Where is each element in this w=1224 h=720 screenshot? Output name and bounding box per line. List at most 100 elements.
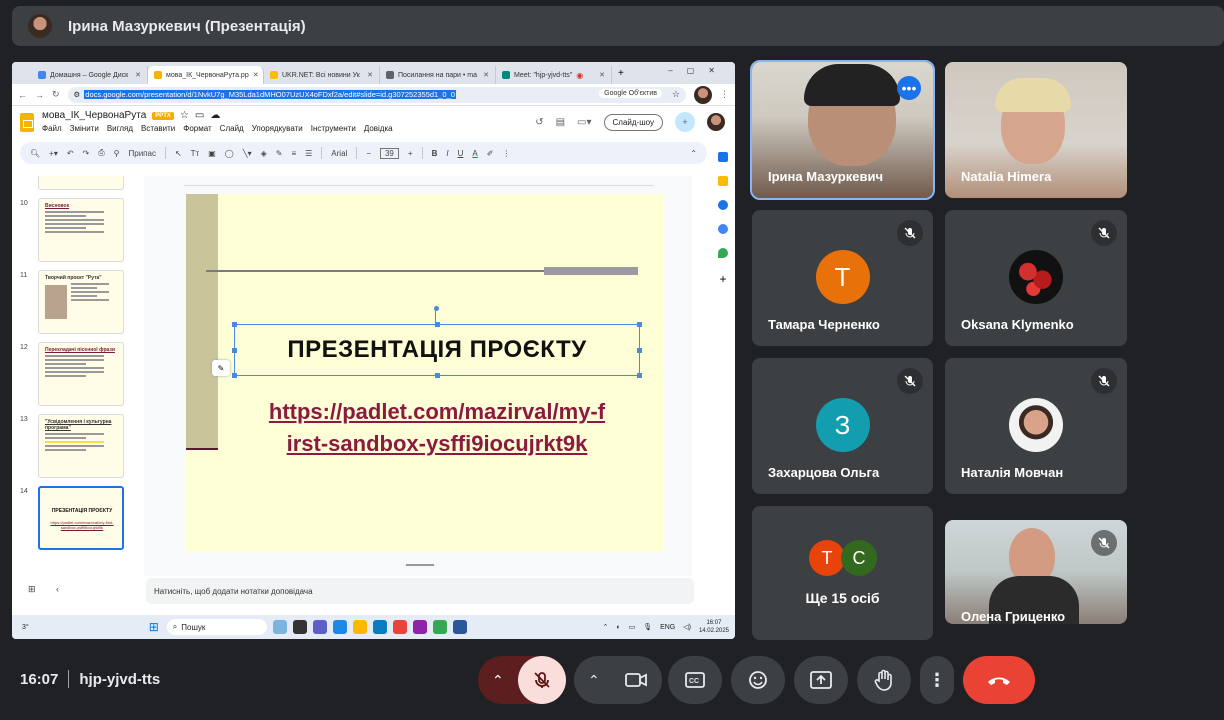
keep-icon[interactable]	[718, 176, 728, 186]
meeting-code[interactable]: hjp-yjvd-tts	[79, 671, 160, 688]
site-info-icon[interactable]: ⚙	[74, 90, 81, 99]
menu-slide[interactable]: Слайд	[220, 124, 244, 133]
browser-tab-active[interactable]: мова_ІК_ЧервонаРута.pp ✕	[148, 66, 264, 84]
undo-icon[interactable]: ↶	[67, 149, 74, 158]
search-menus-icon[interactable]: 🔍︎	[30, 149, 40, 158]
font-size-increase[interactable]: +	[408, 149, 413, 158]
print-icon[interactable]: ⎙	[98, 148, 104, 158]
bold-icon[interactable]: B	[432, 149, 438, 158]
speaker-notes[interactable]: Натисніть, щоб додати нотатки доповідача	[146, 578, 694, 604]
slideshow-button[interactable]: Слайд-шоу	[603, 113, 663, 131]
more-options-icon[interactable]: •••	[897, 76, 921, 100]
google-lens-chip[interactable]: Google Об'єктив	[599, 88, 662, 98]
back-icon[interactable]: ←	[18, 90, 27, 100]
current-slide[interactable]: ПРЕЗЕНТАЦІЯ ПРОЄКТУ ✎ https://padlet.com…	[186, 194, 664, 552]
calendar-icon[interactable]	[718, 152, 728, 162]
line-icon[interactable]: ╲▾	[243, 149, 252, 158]
grid-view-icon[interactable]: ⊞	[28, 584, 36, 595]
more-participants-tile[interactable]: Т С Ще 15 осіб	[752, 506, 933, 640]
font-select[interactable]: Arial	[331, 149, 347, 158]
store-icon[interactable]	[372, 620, 387, 634]
close-icon[interactable]: ✕	[253, 71, 259, 79]
contacts-icon[interactable]	[718, 224, 728, 234]
browser-tab[interactable]: Meet: "hjp-yjvd-tts" ◉ ✕	[496, 66, 612, 84]
redo-icon[interactable]: ↷	[83, 149, 90, 158]
new-slide-icon[interactable]: +▾	[49, 149, 58, 158]
profile-avatar[interactable]	[694, 85, 712, 104]
menu-insert[interactable]: Вставити	[141, 124, 175, 133]
widgets-icon[interactable]	[272, 620, 287, 634]
browser-tab[interactable]: Посилання на пари • ma ✕	[380, 66, 496, 84]
leave-call-button[interactable]	[963, 656, 1035, 704]
camera-tray-icon[interactable]: ▭	[629, 623, 636, 631]
video-options-chevron-icon[interactable]: ⌃	[588, 672, 600, 689]
viber-icon[interactable]	[412, 620, 427, 634]
format-options-icon[interactable]: ✎	[212, 360, 230, 376]
forward-icon[interactable]: →	[35, 90, 44, 100]
mic-tray-icon[interactable]: 🎙︎	[643, 623, 652, 631]
border-color-icon[interactable]: ✎	[276, 149, 283, 158]
raise-hand-button[interactable]	[857, 656, 911, 704]
menu-edit[interactable]: Змінити	[70, 124, 99, 133]
language-indicator[interactable]: ENG	[660, 624, 675, 631]
slide-thumbnail-current[interactable]: 14 ПРЕЗЕНТАЦІЯ ПРОЄКТУ https://padlet.com…	[12, 486, 130, 550]
camera-toggle-button[interactable]	[616, 660, 656, 700]
slide-thumbnail[interactable]: 11 Творчий проєкт "Рута"	[12, 270, 130, 334]
taskbar-clock[interactable]: 16:07 14.02.2025	[699, 619, 729, 635]
close-icon[interactable]: ✕	[367, 71, 373, 79]
participant-tile[interactable]: Наталія Мовчан	[945, 358, 1127, 494]
more-options-button[interactable]: ⋮	[920, 656, 954, 704]
tray-arrow-icon[interactable]: ⌃	[602, 623, 608, 631]
menu-tools[interactable]: Інструменти	[311, 124, 356, 133]
teams-icon[interactable]	[312, 620, 327, 634]
underline-icon[interactable]: U	[458, 149, 464, 158]
slide-padlet-link[interactable]: https://padlet.com/mazirval/my-f irst-sa…	[234, 396, 640, 460]
participant-tile[interactable]: Олена Гриценко	[945, 520, 1127, 624]
font-size-input[interactable]: 39	[379, 147, 399, 159]
camera-icon[interactable]: ▭▾	[577, 117, 591, 128]
chrome-active-icon[interactable]	[432, 620, 447, 634]
menu-arrange[interactable]: Упорядкувати	[252, 124, 303, 133]
edge-icon[interactable]	[332, 620, 347, 634]
share-button[interactable]: +	[675, 112, 695, 132]
explorer-icon[interactable]	[352, 620, 367, 634]
taskbar-search[interactable]: ⌕ Пошук	[166, 619, 267, 635]
participant-tile[interactable]: ••• Ірина Мазуркевич	[750, 60, 935, 200]
bookmark-star-icon[interactable]: ☆	[672, 89, 680, 100]
italic-icon[interactable]: I	[446, 149, 448, 158]
image-icon[interactable]: ▣	[208, 149, 216, 158]
chrome-icon[interactable]	[392, 620, 407, 634]
highlight-icon[interactable]: ✐	[487, 149, 494, 158]
participant-tile[interactable]: З Захарцова Ольга	[752, 358, 933, 494]
task-view-icon[interactable]	[292, 620, 307, 634]
text-color-icon[interactable]: A	[472, 149, 477, 158]
notes-resize-handle[interactable]	[406, 564, 434, 566]
browser-tab[interactable]: Домашня – Google Диск ✕	[32, 66, 148, 84]
border-dash-icon[interactable]: ☰	[305, 149, 312, 158]
menu-view[interactable]: Вигляд	[107, 124, 133, 133]
comments-icon[interactable]: ▤	[556, 117, 565, 128]
slide-thumbnail[interactable]: 12 Перекладачі пісенної фрази	[12, 342, 130, 406]
paint-format-icon[interactable]: ⚲	[114, 149, 120, 158]
textbox-icon[interactable]: Tт	[191, 149, 200, 158]
shape-icon[interactable]: ◯	[225, 149, 234, 158]
menu-help[interactable]: Довідка	[364, 124, 393, 133]
slide-thumbnail[interactable]: 13 "Усвідомлення і культурна програма"	[12, 414, 130, 478]
new-tab-button[interactable]: +	[618, 68, 624, 79]
word-icon[interactable]	[452, 620, 467, 634]
menu-dots-icon[interactable]: ⋮	[720, 89, 729, 100]
close-icon[interactable]: ✕	[599, 71, 605, 79]
reload-icon[interactable]: ↻	[52, 89, 60, 100]
reactions-button[interactable]	[731, 656, 785, 704]
captions-button[interactable]: CC	[668, 656, 722, 704]
participant-tile[interactable]: Oksana Klymenko	[945, 210, 1127, 346]
account-avatar[interactable]	[707, 113, 725, 131]
history-icon[interactable]: ↺	[535, 117, 543, 128]
network-icon[interactable]: ◐	[616, 624, 620, 631]
maps-icon[interactable]	[718, 248, 728, 258]
weather-widget[interactable]: 3°	[22, 624, 29, 631]
border-weight-icon[interactable]: ≡	[291, 149, 296, 158]
browser-tab[interactable]: UKR.NET: Всі новини Ук ✕	[264, 66, 380, 84]
star-icon[interactable]: ☆	[180, 110, 189, 121]
add-addon-icon[interactable]: +	[719, 272, 726, 286]
